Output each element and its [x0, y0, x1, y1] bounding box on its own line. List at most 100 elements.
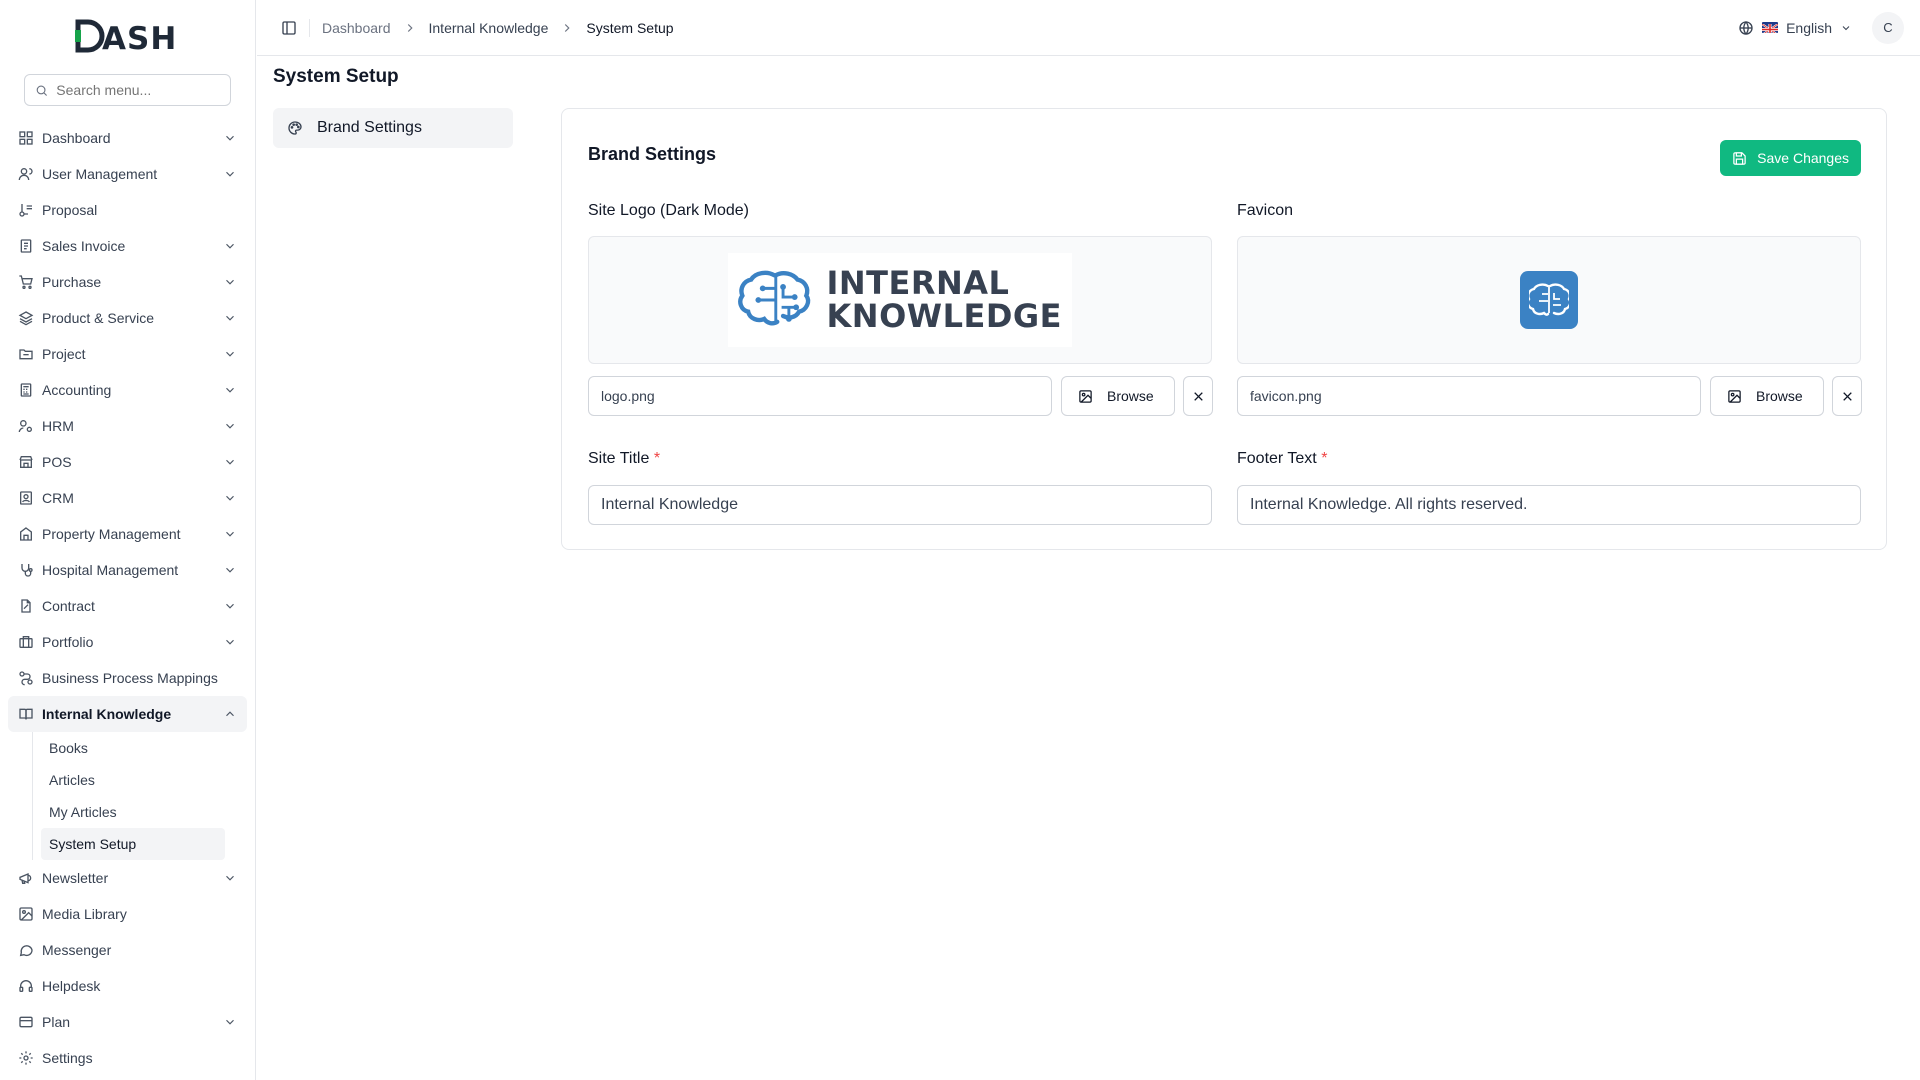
sidebar-item-label: Proposal: [42, 202, 98, 218]
chevron-down-icon: [223, 419, 237, 433]
chevron-down-icon: [223, 563, 237, 577]
chevron-right-icon: [403, 21, 417, 35]
search-box[interactable]: [24, 74, 231, 106]
site-title-label-text: Site Title: [588, 450, 650, 467]
store-icon: [18, 454, 34, 470]
sidebar-item-hospital-management[interactable]: Hospital Management: [8, 552, 247, 588]
app-logo[interactable]: ASH: [0, 0, 255, 74]
sidebar-item-messenger[interactable]: Messenger: [8, 932, 247, 968]
sidebar-item-property-management[interactable]: Property Management: [8, 516, 247, 552]
sidebar-item-portfolio[interactable]: Portfolio: [8, 624, 247, 660]
sidebar-item-project[interactable]: Project: [8, 336, 247, 372]
subnav-item-books[interactable]: Books: [41, 732, 225, 764]
subnav-item-articles[interactable]: Articles: [41, 764, 225, 796]
internal-knowledge-logo: INTERNAL KNOWLEDGE: [728, 253, 1072, 347]
sidebar-item-crm[interactable]: CRM: [8, 480, 247, 516]
uk-flag-icon: [1762, 22, 1779, 33]
calculator-icon: [18, 382, 34, 398]
logo-wordmark: INTERNAL KNOWLEDGE: [826, 267, 1062, 333]
site-title-label: Site Title *: [588, 450, 660, 468]
sidebar-item-media-library[interactable]: Media Library: [8, 896, 247, 932]
header-divider: [309, 18, 310, 37]
sidebar: ASH Dashboard User Management Proposal Sale…: [0, 0, 256, 1080]
sidebar-item-label: Purchase: [42, 274, 102, 290]
sidebar-item-label: Sales Invoice: [42, 238, 126, 254]
book-icon: [18, 706, 34, 722]
sidebar-item-pos[interactable]: POS: [8, 444, 247, 480]
sidebar-item-purchase[interactable]: Purchase: [8, 264, 247, 300]
sidebar-item-product-and-service[interactable]: Product & Service: [8, 300, 247, 336]
sidebar-item-label: Accounting: [42, 382, 112, 398]
sidebar-item-settings[interactable]: Settings: [8, 1040, 247, 1076]
favicon-image: [1520, 271, 1578, 329]
subnav-item-my-articles[interactable]: My Articles: [41, 796, 225, 828]
close-icon: [1842, 391, 1852, 401]
save-changes-button[interactable]: Save Changes: [1720, 140, 1861, 176]
sidebar-item-label: Business Process Mappings: [42, 670, 218, 686]
breadcrumb-dashboard[interactable]: Dashboard: [322, 20, 391, 36]
sidebar-item-business-process-mappings[interactable]: Business Process Mappings: [8, 660, 247, 696]
chevron-down-icon: [223, 1015, 237, 1029]
footer-text-input[interactable]: Internal Knowledge. All rights reserved.: [1237, 485, 1861, 525]
sidebar-item-dashboard[interactable]: Dashboard: [8, 120, 247, 156]
favicon-preview: [1237, 236, 1861, 364]
palette-icon: [288, 121, 302, 135]
favicon-label: Favicon: [1237, 202, 1294, 219]
chevron-down-icon: [223, 275, 237, 289]
headset-icon: [18, 978, 34, 994]
sidebar-item-label: Project: [42, 346, 86, 362]
sidebar-item-hrm[interactable]: HRM: [8, 408, 247, 444]
site-logo-browse-button[interactable]: Browse: [1061, 376, 1175, 416]
settings-nav-brand-settings[interactable]: Brand Settings: [273, 108, 513, 148]
favicon-file-input[interactable]: favicon.png: [1237, 376, 1701, 416]
language-selector[interactable]: English: [1738, 20, 1852, 36]
save-changes-label: Save Changes: [1757, 150, 1849, 166]
sidebar-item-internal-knowledge[interactable]: Internal Knowledge: [8, 696, 247, 732]
invoice-icon: [18, 238, 34, 254]
footer-text-label-text: Footer Text: [1237, 450, 1317, 467]
contact-icon: [18, 490, 34, 506]
chevron-down-icon: [223, 239, 237, 253]
site-title-input[interactable]: Internal Knowledge: [588, 485, 1212, 525]
sidebar-item-contract[interactable]: Contract: [8, 588, 247, 624]
sidebar-item-proposal[interactable]: Proposal: [8, 192, 247, 228]
save-icon: [1733, 151, 1746, 165]
sidebar-item-label: Plan: [42, 1014, 71, 1030]
language-label: English: [1786, 19, 1832, 36]
favicon-browse-button[interactable]: Browse: [1710, 376, 1824, 416]
site-logo-file-input[interactable]: logo.png: [588, 376, 1052, 416]
chevron-down-icon: [223, 131, 237, 145]
contract-icon: [18, 598, 34, 614]
brain-icon: [1529, 283, 1569, 316]
sidebar-toggle-button[interactable]: [273, 12, 305, 44]
sidebar-item-label: Property Management: [42, 526, 181, 542]
chevron-down-icon: [223, 347, 237, 361]
hrm-icon: [18, 418, 34, 434]
sidebar-item-accounting[interactable]: Accounting: [8, 372, 247, 408]
avatar[interactable]: C: [1872, 11, 1904, 44]
svg-text:ASH: ASH: [102, 21, 177, 56]
search-input[interactable]: [56, 82, 220, 98]
favicon-clear-button[interactable]: [1832, 376, 1862, 416]
settings-nav-label: Brand Settings: [317, 119, 422, 136]
chevron-down-icon: [223, 383, 237, 397]
required-marker: *: [653, 450, 661, 467]
chat-icon: [18, 942, 34, 958]
subnav-item-system-setup[interactable]: System Setup: [41, 828, 225, 860]
chevron-down-icon: [223, 311, 237, 325]
sidebar-item-newsletter[interactable]: Newsletter: [8, 860, 247, 896]
sidebar-item-helpdesk[interactable]: Helpdesk: [8, 968, 247, 1004]
card-title: Brand Settings: [588, 144, 717, 164]
sidebar-item-user-management[interactable]: User Management: [8, 156, 247, 192]
sidebar-item-plan[interactable]: Plan: [8, 1004, 247, 1040]
breadcrumb-internal-knowledge[interactable]: Internal Knowledge: [429, 20, 549, 36]
stethoscope-icon: [18, 562, 34, 578]
search-icon: [36, 85, 48, 96]
site-logo-label: Site Logo (Dark Mode): [588, 202, 749, 219]
card-icon: [18, 1014, 34, 1030]
sidebar-nav: Dashboard User Management Proposal Sales In…: [0, 120, 255, 1076]
brain-circuit-icon: [738, 270, 811, 326]
sidebar-item-sales-invoice[interactable]: Sales Invoice: [8, 228, 247, 264]
site-logo-clear-button[interactable]: [1183, 376, 1213, 416]
folder-icon: [18, 346, 34, 362]
